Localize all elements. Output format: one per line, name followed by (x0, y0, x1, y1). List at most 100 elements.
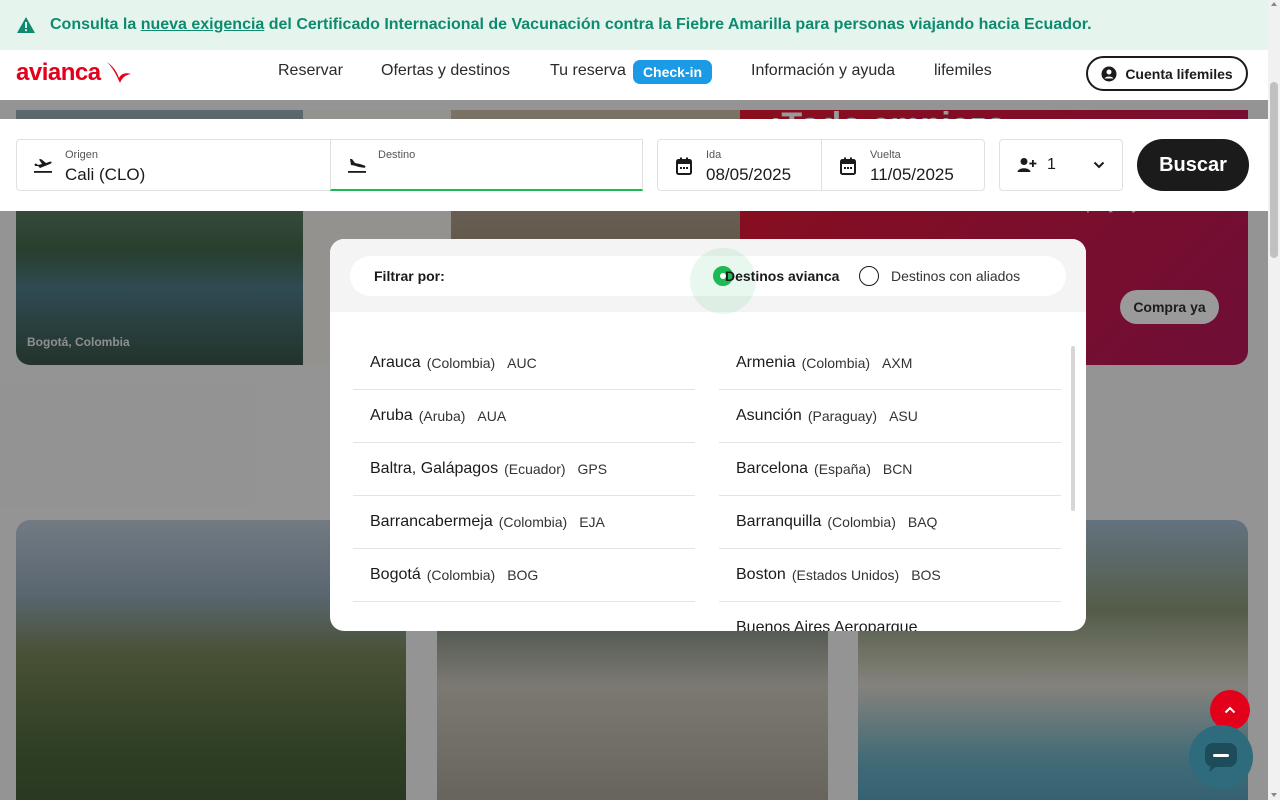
checkin-button[interactable]: Check-in (633, 60, 712, 84)
list-item[interactable]: Bogotá (Colombia) BOG (353, 549, 695, 602)
city-name: Buenos Aires Aeroparque (736, 619, 918, 631)
airport-code: ASU (889, 408, 918, 424)
scroll-down-arrow-icon[interactable] (1271, 793, 1277, 797)
page-scrollbar[interactable] (1268, 0, 1280, 800)
departure-value: 08/05/2025 (706, 165, 792, 184)
country-name: (España) (814, 461, 871, 477)
search-button[interactable]: Buscar (1137, 139, 1249, 191)
filter-pill: Filtrar por: Destinos avianca Destinos c… (350, 248, 1066, 314)
avianca-logo[interactable]: avianca (16, 58, 133, 88)
return-date-field[interactable]: Vuelta 11/05/2025 (821, 139, 985, 191)
list-item[interactable]: Arauca (Colombia) AUC (353, 337, 695, 390)
departure-label: Ida (706, 149, 722, 161)
city-name: Armenia (736, 354, 796, 371)
airport-code: GPS (577, 461, 608, 477)
account-label: Cuenta lifemiles (1125, 65, 1233, 82)
city-name: Baltra, Galápagos (370, 460, 499, 477)
country-name: (Ecuador) (504, 461, 566, 477)
list-item[interactable]: Baltra, Galápagos (Ecuador) GPS (353, 443, 695, 496)
airport-code: EJA (579, 514, 605, 530)
return-value: 11/05/2025 (870, 165, 954, 184)
dropdown-scrollbar[interactable] (1071, 346, 1075, 511)
destination-dropdown: Filtrar por: Destinos avianca Destinos c… (330, 239, 1086, 631)
alert-text-post: del Certificado Internacional de Vacunac… (264, 16, 1092, 33)
landing-icon (347, 156, 367, 174)
destination-list-left: Arauca (Colombia) AUC Aruba (Aruba) AUA Balt… (353, 337, 695, 602)
option-destinos-aliados[interactable]: Destinos con aliados (891, 268, 1020, 284)
city-name: Barrancabermeja (370, 513, 493, 530)
chevron-up-icon (1224, 706, 1236, 714)
site-header: avianca Reservar Ofertas y destinos Tu r… (0, 50, 1268, 100)
city-name: Aruba (370, 407, 413, 424)
list-item[interactable]: Aruba (Aruba) AUA (353, 390, 695, 443)
origin-field[interactable]: Origen Cali (CLO) (16, 139, 331, 191)
chat-icon (1205, 743, 1237, 772)
filter-label: Filtrar por: (374, 268, 445, 284)
list-item[interactable]: Barranquilla (Colombia) BAQ (719, 496, 1061, 549)
city-name: Barcelona (736, 460, 809, 477)
logo-wordmark: avianca (16, 59, 101, 86)
country-name: (Aruba) (418, 408, 466, 424)
back-to-top-button[interactable] (1210, 690, 1250, 730)
country-name: (Colombia) (801, 355, 871, 371)
option-destinos-avianca[interactable]: Destinos avianca (725, 268, 839, 284)
city-name: Arauca (370, 354, 421, 371)
account-button[interactable]: Cuenta lifemiles (1086, 56, 1248, 91)
return-label: Vuelta (870, 149, 901, 161)
airport-code: BOG (507, 567, 539, 583)
country-name: (Colombia) (426, 355, 496, 371)
airport-code: BCN (882, 461, 913, 477)
alert-text: Consulta la nueva exigencia del Certific… (50, 16, 1092, 34)
destination-label: Destino (378, 149, 416, 161)
chevron-down-icon (1093, 161, 1105, 169)
country-name: (Paraguay) (807, 408, 878, 424)
logo-bird-icon (106, 62, 131, 83)
airport-code: AUA (477, 408, 507, 424)
calendar-icon (840, 157, 856, 175)
city-name: Bogotá (370, 566, 421, 583)
calendar-icon (676, 157, 692, 175)
radio-destinos-aliados[interactable] (859, 266, 879, 286)
flight-search-bar: Origen Cali (CLO) Destino Ida 08/05/2025… (0, 119, 1268, 211)
airport-code: BAQ (907, 514, 938, 530)
alert-link[interactable]: nueva exigencia (141, 16, 265, 33)
scroll-up-arrow-icon[interactable] (1271, 2, 1277, 6)
country-name: (Colombia) (827, 514, 896, 530)
destination-field[interactable]: Destino (330, 139, 643, 191)
alert-banner: Consulta la nueva exigencia del Certific… (0, 0, 1268, 50)
nav-informacion[interactable]: Información y ayuda (751, 62, 895, 80)
list-item[interactable]: Buenos Aires Aeroparque (719, 602, 1061, 631)
country-name: (Colombia) (426, 567, 496, 583)
nav-reservar[interactable]: Reservar (278, 62, 343, 80)
airport-code: AUC (507, 355, 537, 371)
list-item[interactable]: Boston (Estados Unidos) BOS (719, 549, 1061, 602)
passengers-selector[interactable]: 1 (999, 139, 1123, 191)
country-name: (Estados Unidos) (791, 567, 900, 583)
list-item[interactable]: Barcelona (España) BCN (719, 443, 1061, 496)
list-item[interactable]: Asunción (Paraguay) ASU (719, 390, 1061, 443)
airport-code: AXM (882, 355, 913, 371)
destination-list-right: Armenia (Colombia) AXM Asunción (Paraguay) A… (719, 337, 1061, 631)
list-item[interactable]: Barrancabermeja (Colombia) EJA (353, 496, 695, 549)
departure-date-field[interactable]: Ida 08/05/2025 (657, 139, 822, 191)
alert-text-pre: Consulta la (50, 16, 141, 33)
takeoff-icon (33, 156, 53, 174)
origin-label: Origen (65, 149, 99, 161)
warning-icon (16, 16, 36, 34)
chat-button[interactable] (1189, 725, 1253, 789)
airport-code: BOS (911, 567, 941, 583)
origin-value: Cali (CLO) (65, 165, 146, 184)
filter-bar: Filtrar por: Destinos avianca Destinos c… (330, 239, 1086, 314)
scrollbar-thumb[interactable] (1270, 82, 1278, 258)
nav-ofertas[interactable]: Ofertas y destinos (381, 62, 510, 80)
country-name: (Colombia) (498, 514, 568, 530)
city-name: Boston (736, 566, 786, 583)
city-name: Asunción (736, 407, 802, 424)
city-name: Barranquilla (736, 513, 822, 530)
nav-lifemiles[interactable]: lifemiles (934, 62, 992, 80)
nav-tu-reserva[interactable]: Tu reserva (550, 62, 626, 80)
add-person-icon (1017, 157, 1037, 173)
user-icon (1101, 66, 1117, 81)
passenger-count: 1 (1047, 156, 1056, 173)
list-item[interactable]: Armenia (Colombia) AXM (719, 337, 1061, 390)
